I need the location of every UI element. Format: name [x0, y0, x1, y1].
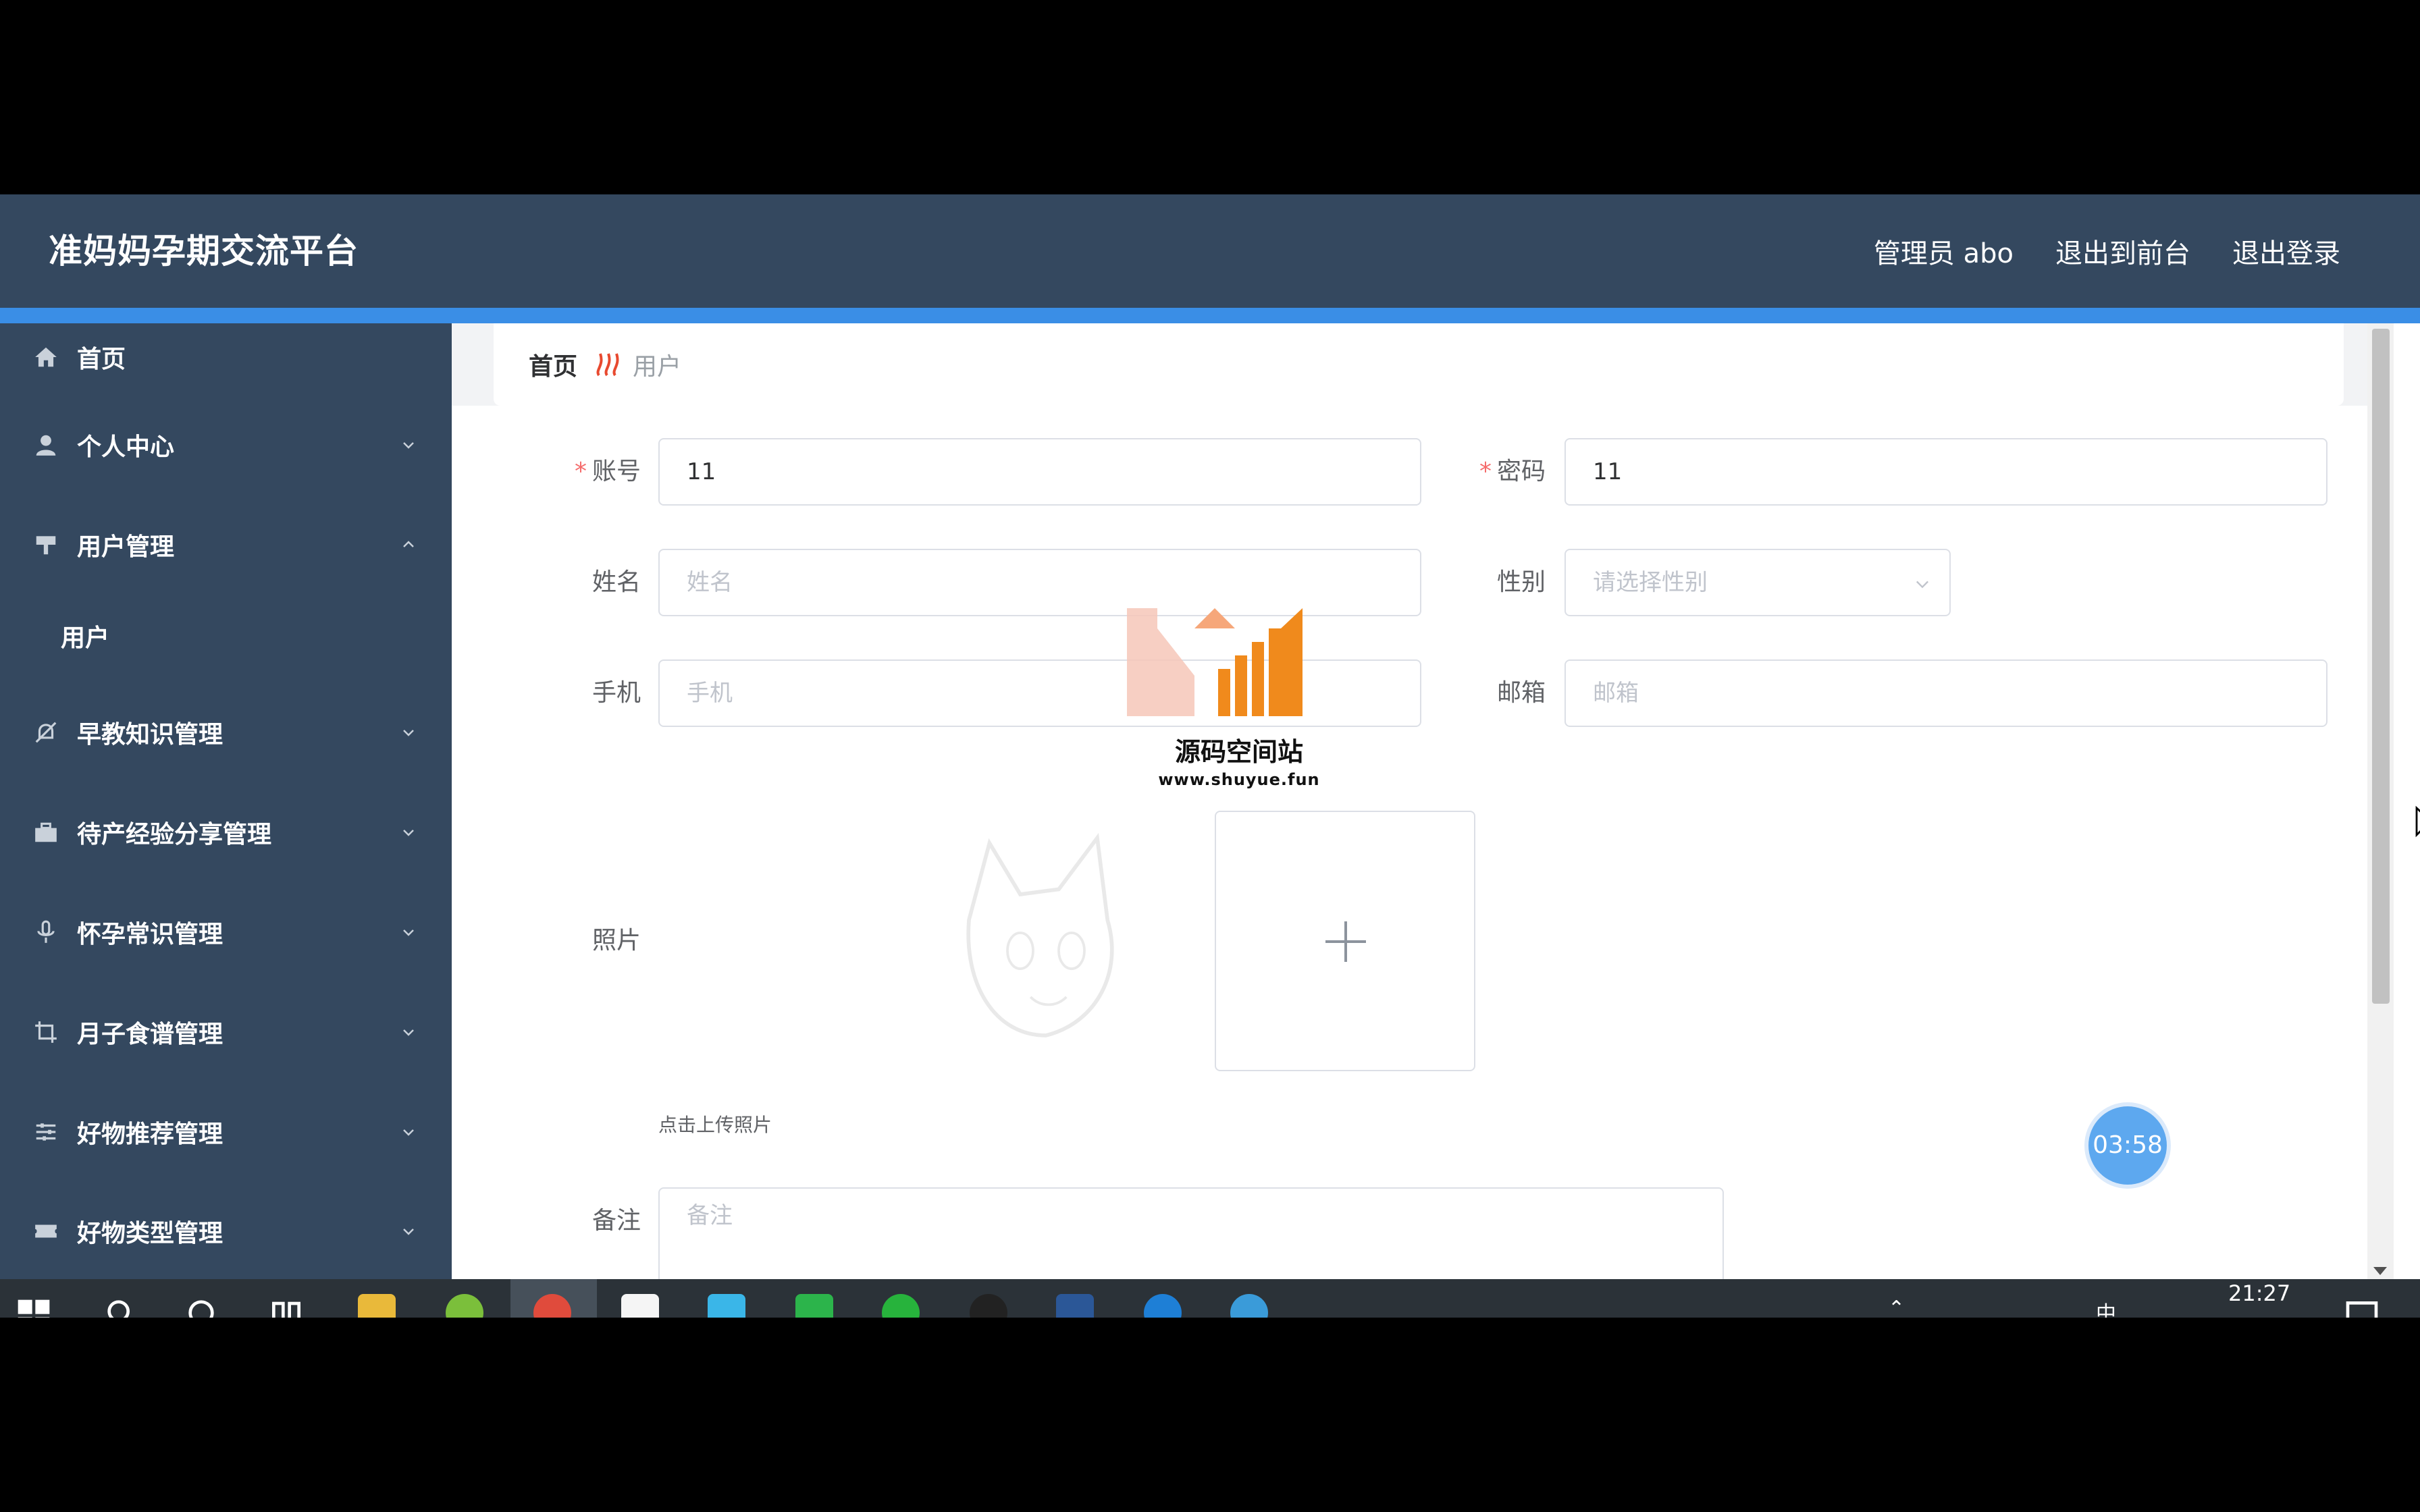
notification-icon[interactable]	[2343, 1297, 2381, 1318]
header-accent-bar	[0, 308, 2420, 323]
cortana-icon[interactable]	[182, 1294, 220, 1318]
briefcase-icon	[32, 819, 59, 846]
sidebar-item-confinement-recipes[interactable]: 月子食谱管理	[0, 998, 452, 1066]
user-icon	[32, 431, 59, 458]
browser-viewport: 准妈妈孕期交流平台 管理员 abo 退出到前台 退出登录 首页 个人中心 用户管	[0, 194, 2420, 1318]
sidebar-item-pregnancy-knowledge[interactable]: 怀孕常识管理	[0, 898, 452, 966]
remark-label: 备注	[591, 1207, 641, 1235]
logout-link[interactable]: 退出登录	[2232, 232, 2340, 271]
crop-icon	[32, 1019, 59, 1046]
sidebar-item-product-recommend[interactable]: 好物推荐管理	[0, 1098, 452, 1166]
breadcrumb-current: 用户	[633, 353, 682, 381]
microphone-icon	[32, 919, 59, 946]
chevron-down-icon	[403, 1129, 414, 1136]
watermark-logo	[1127, 608, 1303, 716]
chevron-down-icon	[403, 442, 414, 449]
phone-label: 手机	[591, 679, 641, 707]
signpost-icon	[32, 531, 59, 558]
word-icon[interactable]	[1056, 1294, 1094, 1318]
scrollbar-thumb[interactable]	[2372, 329, 2390, 1004]
mouse-cursor-icon	[2415, 805, 2420, 838]
exit-to-front-link[interactable]: 退出到前台	[2055, 232, 2190, 271]
taskbar-clock[interactable]: 21:27	[2228, 1280, 2290, 1306]
sidebar-item-birth-experience[interactable]: 待产经验分享管理	[0, 799, 452, 866]
video-player-icon[interactable]	[708, 1294, 745, 1318]
top-header: 准妈妈孕期交流平台 管理员 abo 退出到前台 退出登录	[0, 194, 2420, 308]
sidebar-item-home[interactable]: 首页	[0, 323, 452, 391]
os-taskbar: ⌃ 中 21:27	[0, 1279, 2420, 1318]
chevron-down-icon	[403, 929, 414, 936]
app-title: 准妈妈孕期交流平台	[49, 232, 359, 271]
sidebar-item-early-education[interactable]: 早教知识管理	[0, 699, 452, 766]
browser-green-icon[interactable]	[446, 1294, 483, 1318]
user-form: * 账号 11 * 密码 11 姓名 姓名 性别 请选择性别 手机 手机 邮箱 邮箱…	[452, 406, 2420, 1295]
password-input[interactable]: 11	[1564, 438, 2327, 506]
sidebar: 首页 个人中心 用户管理 用户 早教知识管理 待产经验分享管理 怀孕常识管理 月…	[0, 323, 452, 1279]
app-icon-pink[interactable]	[621, 1294, 659, 1318]
sidebar-item-label: 好物类型管理	[77, 1220, 223, 1247]
bell-off-icon	[32, 719, 59, 746]
chevron-down-icon	[403, 730, 414, 736]
breadcrumb-separator-icon	[592, 351, 623, 378]
wechat-icon[interactable]	[882, 1294, 920, 1318]
main-content: 首页 用户 * 账号 11 * 密码 11 姓名 姓名 性别 请选择性别 手机 手机…	[452, 323, 2420, 1295]
plus-icon-stroke	[1344, 921, 1347, 962]
file-explorer-icon[interactable]	[358, 1294, 396, 1318]
account-label: * 账号	[574, 458, 641, 485]
timer-badge[interactable]: 03:58	[2088, 1106, 2167, 1185]
breadcrumb: 首页 用户	[494, 323, 2344, 406]
watermark-title: 源码空间站	[1174, 737, 1303, 767]
ticket-icon	[32, 1218, 59, 1245]
ime-indicator[interactable]: 中	[2096, 1297, 2116, 1318]
chevron-down-icon	[403, 830, 414, 836]
vertical-scrollbar[interactable]	[2367, 323, 2394, 1279]
qq-icon[interactable]	[970, 1294, 1007, 1318]
sidebar-item-label: 首页	[77, 346, 126, 373]
email-label: 邮箱	[1496, 679, 1546, 707]
sidebar-item-personal-center[interactable]: 个人中心	[0, 411, 452, 479]
tray-expand-icon[interactable]: ⌃	[1888, 1297, 1905, 1318]
header-actions: 管理员 abo 退出到前台 退出登录	[1874, 194, 2340, 308]
search-icon[interactable]	[101, 1294, 139, 1318]
chevron-down-icon	[403, 1228, 414, 1235]
sidebar-item-label: 早教知识管理	[77, 721, 223, 749]
home-icon	[32, 344, 59, 371]
sliders-icon	[32, 1118, 59, 1145]
gender-select[interactable]: 请选择性别	[1564, 549, 1951, 616]
gender-label: 性别	[1496, 568, 1546, 596]
photo-label: 照片	[591, 927, 641, 954]
current-user: 管理员 abo	[1873, 238, 2014, 269]
sidebar-item-label: 个人中心	[77, 433, 175, 461]
sidebar-item-label: 待产经验分享管理	[77, 821, 272, 848]
app-icon-blue[interactable]	[1230, 1294, 1268, 1318]
chevron-down-icon	[403, 1029, 414, 1036]
photo-upload-button[interactable]	[1215, 811, 1475, 1071]
password-label: * 密码	[1479, 458, 1546, 485]
upload-hint: 点击上传照片	[658, 1114, 772, 1136]
breadcrumb-home[interactable]: 首页	[529, 347, 577, 382]
sidebar-item-label: 用户	[61, 624, 110, 652]
sidebar-item-label: 用户管理	[77, 533, 175, 561]
sidebar-item-label: 怀孕常识管理	[77, 921, 223, 948]
windows-start-icon[interactable]	[15, 1297, 53, 1318]
sidebar-subitem-user[interactable]: 用户	[0, 602, 452, 670]
kugou-icon[interactable]	[1144, 1294, 1182, 1318]
chevron-up-icon	[403, 541, 414, 547]
iqiyi-icon[interactable]	[795, 1294, 833, 1318]
chevron-down-icon	[1916, 580, 1928, 589]
scroll-down-arrow-icon[interactable]	[2373, 1267, 2387, 1275]
task-view-icon[interactable]	[267, 1294, 305, 1318]
gender-select-placeholder: 请选择性别	[1593, 569, 1708, 596]
email-input[interactable]: 邮箱	[1564, 659, 2327, 727]
sidebar-item-label: 好物推荐管理	[77, 1120, 223, 1148]
sidebar-item-product-type[interactable]: 好物类型管理	[0, 1197, 452, 1265]
watermark-url: www.shuyue.fun	[1158, 770, 1320, 789]
sidebar-item-user-management[interactable]: 用户管理	[0, 511, 452, 578]
sketch-illustration	[966, 833, 1114, 1037]
account-input[interactable]: 11	[658, 438, 1421, 506]
name-label: 姓名	[591, 568, 641, 596]
sidebar-item-label: 月子食谱管理	[77, 1021, 223, 1048]
